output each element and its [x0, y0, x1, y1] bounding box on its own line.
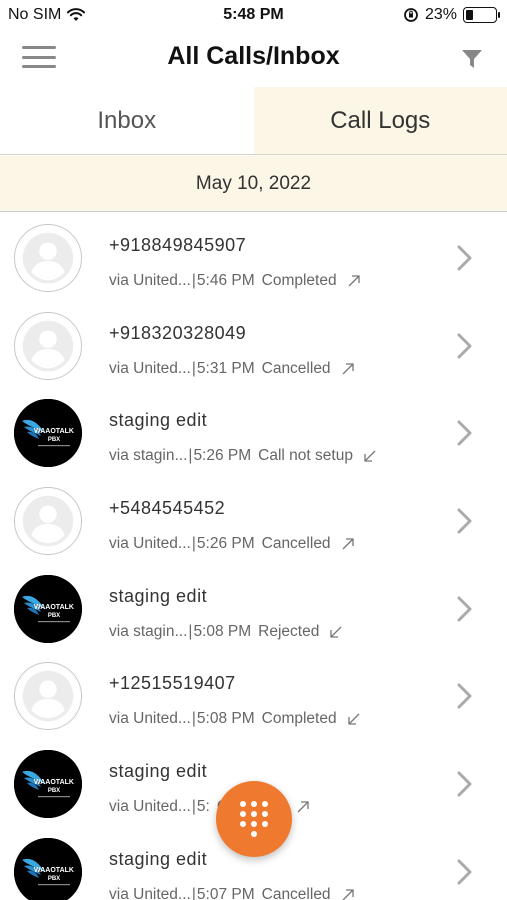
date-section-header: May 10, 2022 [0, 156, 507, 212]
page-title: All Calls/Inbox [167, 42, 340, 70]
dialpad-icon [240, 801, 268, 837]
caller-name: staging edit [109, 585, 208, 606]
incoming-arrow-icon [347, 713, 360, 726]
default-avatar-icon [14, 487, 82, 556]
waaotalk-logo-avatar: WAAOTALK PBX [14, 837, 82, 900]
call-via: via United... [109, 885, 191, 900]
call-details: via United... | 5:26 PM Cancelled [109, 535, 355, 553]
chevron-right-icon[interactable] [457, 683, 473, 709]
battery-percent: 23% [424, 6, 457, 23]
call-via: via stagin... [109, 622, 188, 640]
outgoing-arrow-icon [348, 275, 360, 287]
chevron-right-icon[interactable] [457, 859, 473, 885]
call-via: via United... [109, 798, 191, 816]
call-separator: | [191, 885, 196, 900]
chevron-right-icon[interactable] [457, 245, 473, 271]
caller-name: +5484545452 [109, 498, 226, 519]
call-status: Call not setup [258, 447, 353, 465]
call-separator: | [191, 272, 196, 289]
tab-bar: Inbox Call Logs [0, 87, 507, 155]
call-log-row[interactable]: WAAOTALK PBX staging edit via stagin... | 5:2… [0, 388, 507, 476]
call-status: Completed [261, 710, 337, 728]
call-time: 5:31 PM [196, 359, 255, 377]
logo-line2: PBX [48, 876, 60, 882]
caller-name: staging edit [109, 761, 208, 782]
call-status: Rejected [258, 622, 320, 640]
call-details: via United... | 5:31 PM Cancelled [109, 360, 355, 378]
call-separator: | [191, 535, 196, 553]
nav-bar: All Calls/Inbox [0, 30, 507, 86]
logo-line1: WAAOTALK [34, 604, 74, 611]
call-via: via stagin... [109, 447, 188, 465]
call-via: via United... [109, 535, 191, 553]
caller-name: staging edit [109, 410, 208, 431]
status-right: 23% [403, 6, 500, 24]
orientation-lock-icon [404, 8, 418, 22]
logo-line2: PBX [48, 437, 60, 443]
chevron-right-icon[interactable] [457, 771, 473, 797]
call-time: 5:08 PM [196, 710, 255, 728]
call-separator: | [191, 359, 196, 377]
caller-name: staging edit [109, 848, 208, 869]
caller-name: +918849845907 [109, 235, 247, 255]
call-log-row[interactable]: +918320328049 via United... | 5:31 PM Cancel… [0, 301, 507, 389]
call-time: 5:07 PM [196, 885, 255, 900]
incoming-arrow-icon [330, 626, 342, 638]
call-separator: | [191, 798, 196, 816]
outgoing-arrow-icon [297, 801, 309, 813]
outgoing-arrow-icon [342, 363, 354, 375]
waaotalk-logo-avatar: WAAOTALK PBX [14, 750, 82, 819]
call-separator: | [188, 622, 193, 640]
call-details: via United... | 5:08 PM Completed [109, 710, 361, 728]
waaotalk-logo-avatar: WAAOTALK PBX [14, 399, 82, 468]
caller-name: +918320328049 [109, 322, 247, 343]
call-details: via stagin... | 5:08 PM Rejected [109, 623, 343, 641]
call-separator: | [188, 447, 193, 465]
call-status: Cancelled [261, 535, 331, 553]
logo-line1: WAAOTALK [34, 779, 74, 786]
call-details: via United... | 5:46 PM Completed [109, 272, 361, 290]
tab-call-logs[interactable]: Call Logs [253, 87, 507, 154]
logo-line1: WAAOTALK [34, 428, 74, 435]
call-log-row[interactable]: WAAOTALK PBX staging edit via stagin... | 5:0… [0, 564, 507, 652]
chevron-right-icon[interactable] [457, 508, 473, 534]
call-via: via United... [109, 272, 191, 289]
call-separator: | [191, 710, 196, 728]
default-avatar-icon [14, 311, 82, 380]
call-details: via United... | 5:07 PM Cancelled [109, 886, 355, 900]
call-time: 5:26 PM [196, 535, 255, 553]
call-via: via United... [109, 359, 191, 377]
tab-inbox[interactable]: Inbox [0, 87, 254, 154]
call-via: via United... [109, 710, 191, 728]
call-log-row[interactable]: +5484545452 via United... | 5:26 PM Cancelle… [0, 476, 507, 564]
incoming-arrow-icon [364, 450, 376, 463]
waaotalk-logo-avatar: WAAOTALK PBX [14, 574, 82, 643]
default-avatar-icon [14, 224, 82, 292]
caller-name: +12515519407 [109, 673, 236, 694]
chevron-right-icon[interactable] [457, 333, 473, 359]
call-status: Completed [261, 272, 337, 289]
dialpad-button[interactable] [216, 781, 292, 857]
call-time: 5: [196, 798, 210, 816]
logo-line2: PBX [48, 788, 60, 794]
battery-icon [463, 7, 500, 23]
call-log-row[interactable]: +918849845907 via United... | 5:46 PM Comple… [0, 213, 507, 301]
logo-line1: WAAOTALK [34, 867, 74, 874]
chevron-right-icon[interactable] [457, 596, 473, 622]
logo-line2: PBX [48, 613, 60, 619]
call-time: 5:26 PM [193, 447, 252, 465]
outgoing-arrow-icon [342, 538, 354, 550]
call-details: via stagin... | 5:26 PM Call not setup [109, 447, 377, 465]
call-status: Cancelled [261, 359, 331, 377]
call-status: Cancelled [261, 885, 331, 900]
default-avatar-icon [14, 662, 82, 731]
chevron-right-icon[interactable] [457, 420, 473, 446]
filter-icon[interactable] [461, 48, 483, 70]
status-bar: No SIM 5:48 PM 23% [0, 0, 507, 30]
call-time: 5:46 PM [196, 272, 255, 289]
call-time: 5:08 PM [193, 622, 252, 640]
battery-level [466, 10, 474, 20]
outgoing-arrow-icon [342, 889, 354, 900]
call-log-row[interactable]: +12515519407 via United... | 5:08 PM Complet… [0, 651, 507, 739]
